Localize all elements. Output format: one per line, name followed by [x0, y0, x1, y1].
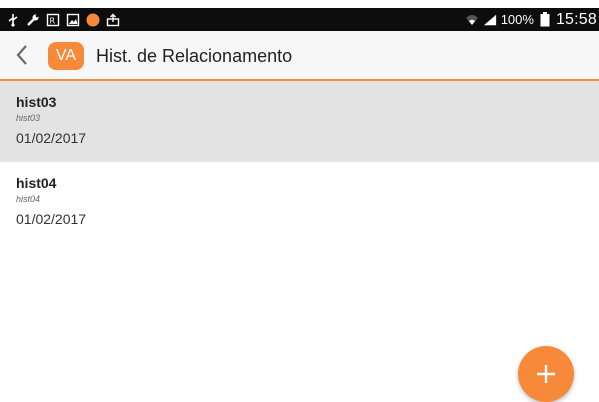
wifi-icon [465, 13, 479, 27]
item-subtitle: hist03 [16, 113, 41, 123]
usb-icon [6, 13, 20, 27]
status-bar-notifications: R [6, 11, 120, 28]
image-icon [66, 13, 80, 27]
app-notification-icon [86, 13, 100, 27]
upload-icon [106, 13, 120, 27]
chevron-left-icon [16, 45, 27, 65]
status-bar: R 100% 15:58 [0, 8, 599, 31]
add-button[interactable] [518, 346, 574, 402]
back-button[interactable] [10, 41, 34, 69]
item-date: 01/02/2017 [16, 130, 87, 146]
list-item[interactable]: hist04 hist04 01/02/2017 [0, 162, 599, 243]
item-title: hist04 [16, 175, 57, 191]
svg-text:R: R [50, 16, 56, 25]
battery-icon [538, 12, 552, 27]
app-toolbar: VA Hist. de Relacionamento [0, 31, 599, 81]
page-title: Hist. de Relacionamento [96, 46, 293, 66]
item-title: hist03 [16, 94, 57, 110]
list-item[interactable]: hist03 hist03 01/02/2017 [0, 81, 599, 162]
status-clock: 15:58 [555, 10, 597, 28]
status-bar-system: 100% 15:58 [465, 10, 597, 29]
app-logo: VA [48, 42, 84, 70]
history-list: hist03 hist03 01/02/2017 hist04 hist04 0… [0, 81, 599, 243]
prescription-icon: R [46, 13, 60, 27]
battery-percentage: 100% [500, 12, 534, 27]
plus-icon [537, 365, 555, 383]
signal-icon [483, 13, 497, 27]
item-subtitle: hist04 [16, 194, 41, 204]
item-date: 01/02/2017 [16, 211, 87, 227]
wrench-icon [26, 13, 40, 27]
